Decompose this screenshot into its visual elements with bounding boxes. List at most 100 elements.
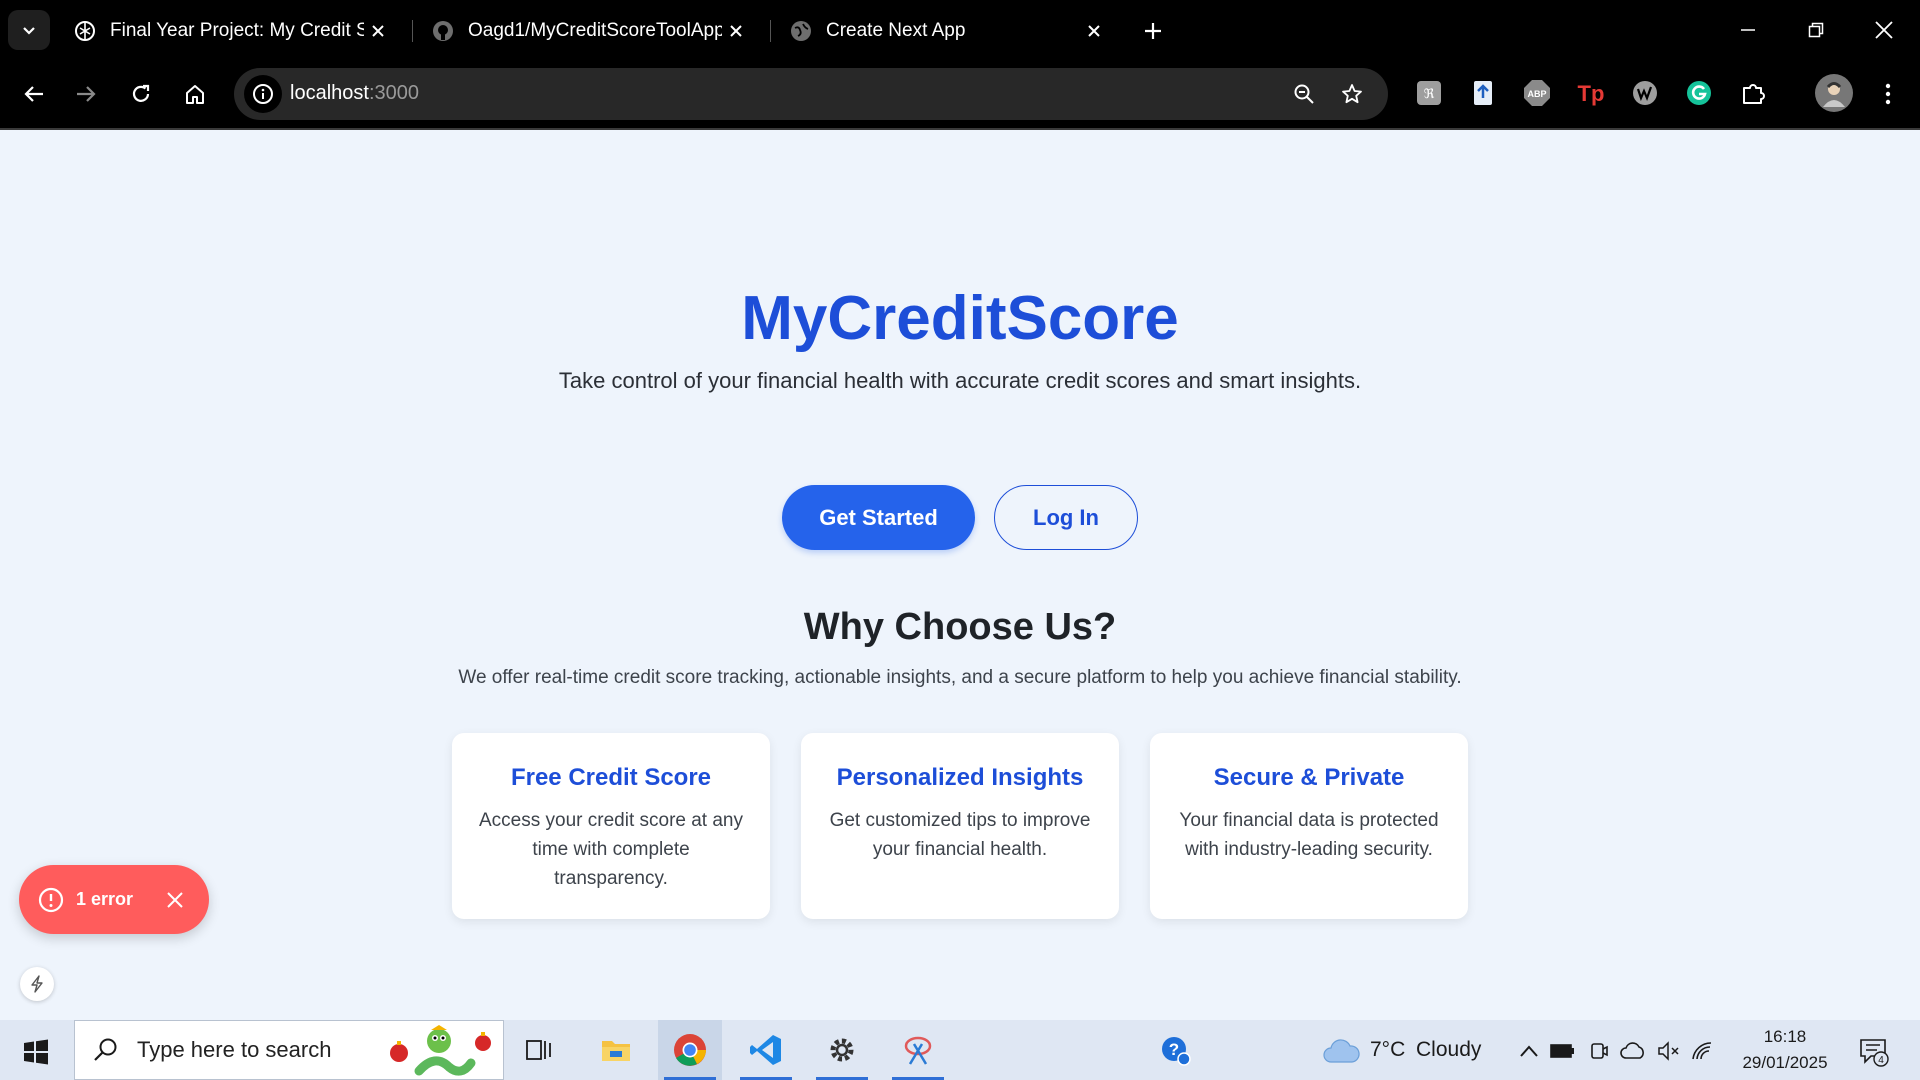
tab-title: Final Year Project: My Credit Sc — [110, 20, 364, 41]
search-icon — [94, 1038, 117, 1061]
upload-extension-icon[interactable] — [1468, 78, 1498, 108]
cloud-weather-icon[interactable] — [1322, 1034, 1360, 1066]
vscode-taskbar-button[interactable] — [734, 1020, 798, 1080]
svg-text:ℜ: ℜ — [1424, 86, 1435, 101]
notification-count: 4 — [1878, 1055, 1884, 1066]
close-icon — [167, 891, 183, 908]
zoom-icon[interactable] — [1288, 78, 1320, 110]
chrome-icon — [674, 1034, 706, 1066]
tab-title: Create Next App — [826, 20, 966, 41]
onedrive-cloud-icon[interactable] — [1620, 1038, 1646, 1064]
feature-description: Get customized tips to improve your fina… — [829, 810, 1091, 860]
snipping-tool-taskbar-button[interactable] — [886, 1020, 950, 1080]
new-tab-button[interactable] — [1136, 14, 1170, 48]
notification-icon: 4 — [1860, 1039, 1889, 1067]
feature-title: Free Credit Score — [510, 764, 712, 791]
abp-label: ABP — [1527, 89, 1546, 99]
hero-tagline: Take control of your financial health wi… — [558, 368, 1362, 393]
reload-button[interactable] — [121, 74, 161, 114]
more-vertical-icon — [1885, 83, 1891, 105]
home-icon — [186, 85, 204, 104]
github-icon — [432, 20, 454, 42]
folder-icon — [602, 1041, 630, 1061]
tab-title: Oagd1/MyCreditScoreToolApp: — [468, 20, 722, 41]
windows-taskbar: Type here to search ? 7°C Cloudy 16:18 2… — [0, 1020, 1920, 1080]
why-choose-us-subtitle: We offer real-time credit score tracking… — [458, 667, 1462, 688]
wifi-icon[interactable] — [1690, 1038, 1716, 1064]
dismiss-error-button[interactable] — [163, 888, 187, 912]
file-explorer-button[interactable] — [584, 1020, 648, 1080]
close-icon — [1875, 21, 1893, 39]
taskbar-clock[interactable]: 16:18 29/01/2025 — [1730, 1024, 1840, 1076]
error-alert-icon — [38, 887, 64, 912]
wordtune-extension-icon[interactable] — [1630, 78, 1660, 108]
lightning-icon — [31, 975, 43, 993]
brand-title: MyCreditScore — [741, 284, 1179, 353]
task-view-icon — [526, 1040, 551, 1060]
minimize-button[interactable] — [1726, 10, 1770, 50]
help-icon[interactable]: ? — [1160, 1035, 1192, 1067]
url-text[interactable]: localhost:3000 — [290, 82, 419, 105]
chevron-up-icon[interactable] — [1516, 1038, 1542, 1064]
feature-description: Access your credit score at any time wit… — [479, 810, 743, 889]
feature-card-free-credit-score: Free Credit Score Access your credit sco… — [452, 733, 770, 919]
task-view-button[interactable] — [508, 1020, 572, 1080]
tp-extension-icon[interactable]: Tp — [1576, 78, 1606, 108]
weather-description[interactable]: Cloudy — [1416, 1038, 1481, 1062]
lunar-new-year-snake-icon — [390, 1025, 491, 1076]
windows-logo-icon — [24, 1039, 48, 1065]
bookmark-star-icon[interactable] — [1336, 78, 1368, 110]
forward-button[interactable] — [66, 74, 106, 114]
feature-card-secure-private: Secure & Private Your financial data is … — [1150, 733, 1468, 919]
tab-github[interactable]: Oagd1/MyCreditScoreToolApp: — [418, 10, 758, 52]
url-host: localhost — [290, 82, 369, 104]
battery-icon[interactable] — [1550, 1038, 1576, 1064]
close-tab-icon[interactable] — [722, 17, 750, 45]
taskbar-search-box[interactable]: Type here to search — [74, 1020, 504, 1080]
reader-extension-icon[interactable]: ℜ — [1414, 78, 1444, 108]
feature-title: Secure & Private — [1213, 764, 1405, 791]
tab-final-year-project[interactable]: Final Year Project: My Credit Sc — [60, 10, 400, 52]
settings-taskbar-button[interactable] — [810, 1020, 874, 1080]
feature-card-personalized-insights: Personalized Insights Get customized tip… — [801, 733, 1119, 919]
speaker-muted-icon[interactable] — [1656, 1038, 1682, 1064]
grammarly-extension-icon[interactable] — [1684, 78, 1714, 108]
weather-temperature[interactable]: 7°C — [1370, 1038, 1405, 1062]
profile-avatar[interactable] — [1815, 74, 1853, 112]
url-port: :3000 — [368, 82, 419, 104]
notification-center-button[interactable]: 4 — [1858, 1036, 1890, 1068]
address-bar[interactable]: localhost:3000 — [234, 68, 1388, 120]
plus-icon — [1145, 23, 1161, 39]
home-button[interactable] — [175, 74, 215, 114]
start-button[interactable] — [14, 1032, 58, 1072]
why-choose-us-heading: Why Choose Us? — [803, 606, 1117, 648]
extensions-puzzle-icon[interactable] — [1738, 78, 1768, 108]
chrome-taskbar-button[interactable] — [658, 1020, 722, 1080]
browser-menu-button[interactable] — [1868, 74, 1908, 114]
gear-icon — [830, 1038, 854, 1062]
tab-create-next-app[interactable]: Create Next App — [776, 10, 1116, 52]
close-tab-icon[interactable] — [364, 17, 392, 45]
error-count-label: 1 error — [76, 889, 134, 909]
nextjs-dev-indicator[interactable] — [20, 967, 54, 1001]
feature-description: Your financial data is protected with in… — [1179, 810, 1439, 860]
vscode-icon — [750, 1035, 781, 1065]
feature-title: Personalized Insights — [836, 764, 1084, 791]
tab-search-button[interactable] — [8, 10, 50, 50]
nextjs-error-toast[interactable]: 1 error — [19, 865, 209, 934]
meet-now-icon[interactable] — [1586, 1038, 1612, 1064]
chevron-down-icon — [23, 27, 35, 35]
clock-date: 29/01/2025 — [1742, 1053, 1828, 1072]
adblock-plus-extension-icon[interactable]: ABP — [1522, 78, 1552, 108]
openai-icon — [74, 20, 96, 42]
snipping-tool-icon — [904, 1036, 932, 1065]
back-button[interactable] — [14, 74, 54, 114]
svg-text:?: ? — [1169, 1040, 1179, 1059]
restore-button[interactable] — [1794, 10, 1838, 50]
get-started-button[interactable]: Get Started — [782, 485, 975, 550]
close-window-button[interactable] — [1862, 10, 1906, 50]
tab-divider — [412, 20, 413, 42]
site-info-icon[interactable] — [244, 75, 282, 113]
close-tab-icon[interactable] — [1080, 17, 1108, 45]
login-button[interactable]: Log In — [994, 485, 1138, 550]
